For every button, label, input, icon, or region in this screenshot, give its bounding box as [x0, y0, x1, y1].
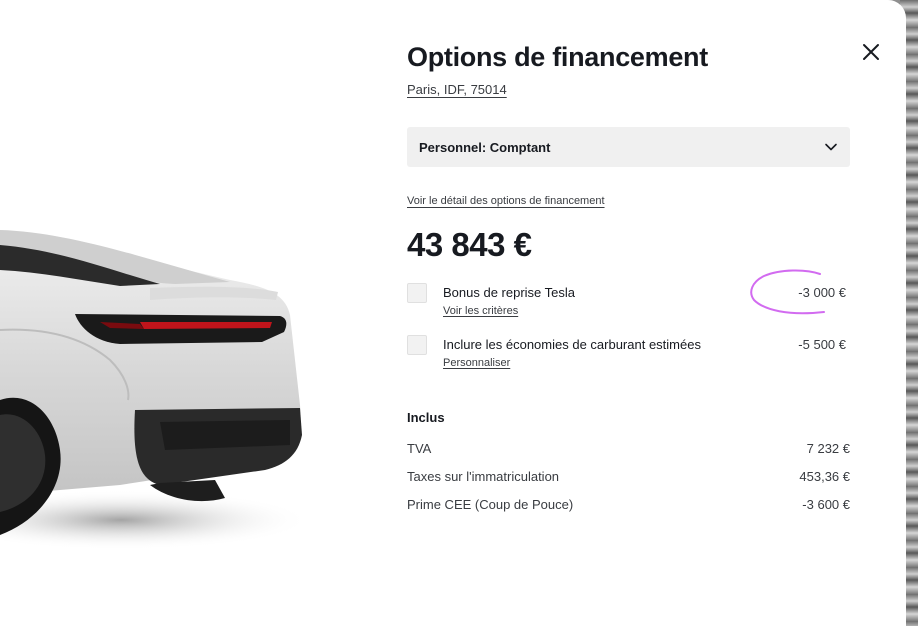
option-amount: -5 500 € [798, 337, 846, 352]
included-heading: Inclus [407, 410, 445, 425]
car-rear-image [0, 230, 330, 550]
option-label: Inclure les économies de carburant estim… [443, 337, 701, 352]
location-link[interactable]: Paris, IDF, 75014 [407, 82, 507, 97]
close-icon [863, 44, 879, 60]
option-label: Bonus de reprise Tesla [443, 285, 576, 300]
customize-link[interactable]: Personnaliser [443, 357, 510, 369]
financing-type-select[interactable]: Personnel: Comptant [407, 127, 850, 167]
row-value: 7 232 € [806, 441, 850, 456]
total-price: 43 843 € [407, 226, 532, 263]
financing-panel: Options de financement Paris, IDF, 75014… [407, 0, 879, 626]
included-row-registration: Taxes sur l'immatriculation 453,36 € [407, 469, 850, 487]
financing-modal: Options de financement Paris, IDF, 75014… [0, 0, 906, 626]
trade-in-bonus-checkbox[interactable] [407, 283, 427, 303]
option-amount: -3 000 € [798, 285, 846, 300]
included-row-vat: TVA 7 232 € [407, 441, 850, 459]
financing-type-value: Personnel: Comptant [419, 139, 551, 155]
criteria-link[interactable]: Voir les critères [443, 305, 518, 317]
row-label: Taxes sur l'immatriculation [407, 469, 560, 484]
page-title: Options de financement [407, 42, 708, 72]
chevron-down-icon [825, 143, 837, 151]
fuel-savings-checkbox[interactable] [407, 335, 427, 355]
row-value: -3 600 € [802, 497, 850, 512]
financing-details-link[interactable]: Voir le détail des options de financemen… [407, 195, 605, 207]
included-row-cee-bonus: Prime CEE (Coup de Pouce) -3 600 € [407, 497, 850, 515]
row-label: TVA [407, 441, 432, 456]
row-label: Prime CEE (Coup de Pouce) [407, 497, 574, 512]
close-button[interactable] [859, 40, 883, 64]
row-value: 453,36 € [799, 469, 850, 484]
